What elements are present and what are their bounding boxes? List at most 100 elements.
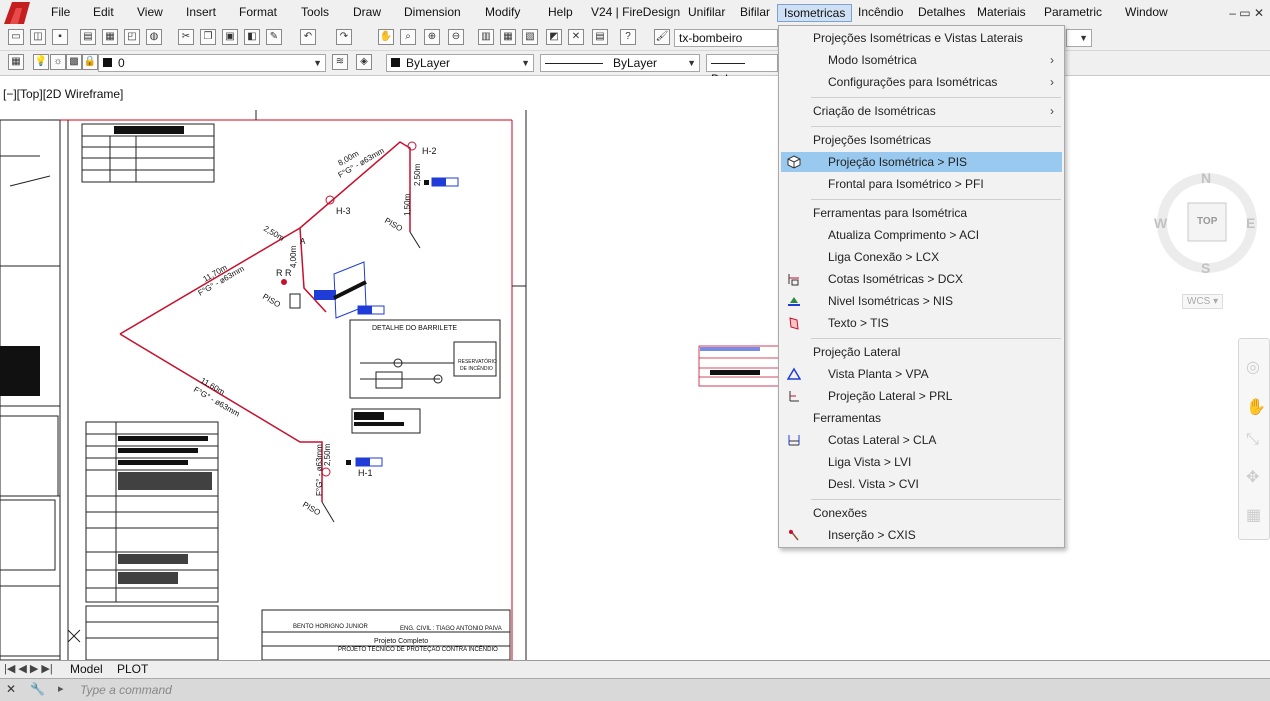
menu-item-insercao-cxis[interactable]: Inserção > CXIS xyxy=(781,525,1062,545)
menu-item-modo-isometrica[interactable]: Modo Isométrica › xyxy=(781,50,1062,70)
insert-connection-icon xyxy=(789,529,799,541)
lightbulb-icon[interactable]: 💡 xyxy=(33,54,49,70)
compass-west[interactable]: W xyxy=(1154,215,1167,231)
new-file-icon[interactable]: ▭ xyxy=(8,29,24,45)
compass-south[interactable]: S xyxy=(1201,260,1210,276)
layer-color-swatch xyxy=(103,58,112,67)
layer-combo[interactable]: 0 ▼ xyxy=(98,54,326,72)
tool-palettes-icon[interactable]: ▧ xyxy=(522,29,538,45)
menu-item-texto-tis[interactable]: Texto > TIS xyxy=(781,313,1062,333)
open-file-icon[interactable]: ◫ xyxy=(30,29,46,45)
menu-unifilar[interactable]: Unifilar xyxy=(688,5,725,19)
3d-print-icon[interactable]: ◍ xyxy=(146,29,162,45)
markup-icon[interactable]: ✕ xyxy=(568,29,584,45)
tab-plot[interactable]: PLOT xyxy=(117,662,148,676)
menu-item-desl-vista-cvi[interactable]: Desl. Vista > CVI xyxy=(781,474,1062,494)
menu-item-atualiza-aci[interactable]: Atualiza Comprimento > ACI xyxy=(781,225,1062,245)
freeze-icon[interactable]: ▩ xyxy=(66,54,82,70)
command-input[interactable]: Type a command xyxy=(80,683,172,697)
redo-icon[interactable]: ↷ xyxy=(336,29,352,45)
color-combo[interactable]: ByLayer ▼ xyxy=(386,54,534,72)
menu-item-configuracoes[interactable]: Configurações para Isométricas › xyxy=(781,72,1062,92)
menu-item-frontal-pfi[interactable]: Frontal para Isométrico > PFI xyxy=(781,174,1062,194)
menu-view[interactable]: View xyxy=(137,5,163,19)
menu-item-cotas-dcx[interactable]: Cotas Isométricas > DCX xyxy=(781,269,1062,289)
zoom-realtime-icon[interactable]: ⌕ xyxy=(400,29,416,45)
lateral-dimension-icon xyxy=(788,435,800,446)
ucs-menu[interactable]: WCS ▾ xyxy=(1182,294,1224,309)
linetype-sample xyxy=(545,63,603,65)
application-menu-button[interactable] xyxy=(0,0,36,26)
save-icon[interactable]: ▪ xyxy=(52,29,68,45)
lineweight-combo[interactable]: ByLa xyxy=(706,54,778,86)
publish-icon[interactable]: ◰ xyxy=(124,29,140,45)
menu-insert[interactable]: Insert xyxy=(186,5,216,19)
design-center-icon[interactable]: ▦ xyxy=(500,29,516,45)
viewcube-top-face[interactable]: TOP xyxy=(1197,216,1217,227)
menu-dimension[interactable]: Dimension xyxy=(404,5,461,19)
cut-icon[interactable]: ✂ xyxy=(178,29,194,45)
menu-separator xyxy=(811,126,1061,127)
steering-wheel-icon[interactable]: ◎ xyxy=(1246,357,1260,377)
pan-icon[interactable]: ✋ xyxy=(378,29,394,45)
close-icon[interactable]: ✕ xyxy=(6,682,16,696)
zoom-previous-icon[interactable]: ⊖ xyxy=(448,29,464,45)
zoom-icon[interactable]: ⤡ xyxy=(1246,431,1259,449)
menu-materiais[interactable]: Materiais xyxy=(977,5,1026,19)
menu-item-vista-planta-vpa[interactable]: Vista Planta > VPA xyxy=(781,364,1062,384)
menu-file[interactable]: File xyxy=(51,5,70,19)
menu-item-cotas-lateral-cla[interactable]: Cotas Lateral > CLA xyxy=(781,430,1062,450)
paste-icon[interactable]: ▣ xyxy=(222,29,238,45)
calculator-icon[interactable]: ▤ xyxy=(592,29,608,45)
help-icon[interactable]: ? xyxy=(620,29,636,45)
print-icon[interactable]: ▤ xyxy=(80,29,96,45)
compass-north[interactable]: N xyxy=(1201,170,1211,186)
sheet-set-icon[interactable]: ◩ xyxy=(546,29,562,45)
menu-detalhes[interactable]: Detalhes xyxy=(918,5,965,19)
menu-item-criacao-isometricas[interactable]: Criação de Isométricas › xyxy=(781,101,1062,121)
make-current-layer-icon[interactable]: ≋ xyxy=(332,54,348,70)
layer-previous-icon[interactable]: ◈ xyxy=(356,54,372,70)
pan-icon[interactable]: ✋ xyxy=(1246,397,1266,417)
menu-incendio[interactable]: Incêndio xyxy=(858,5,903,19)
print-preview-icon[interactable]: ▦ xyxy=(102,29,118,45)
menu-format[interactable]: Format xyxy=(239,5,277,19)
menu-draw[interactable]: Draw xyxy=(353,5,381,19)
menu-group-conexoes: Conexões xyxy=(813,506,868,520)
lock-icon[interactable]: 🔒 xyxy=(82,54,98,70)
menu-window[interactable]: Window xyxy=(1125,5,1168,19)
wrench-icon[interactable]: 🔧 xyxy=(30,682,45,696)
menu-bifilar[interactable]: Bifilar xyxy=(740,5,770,19)
tab-nav-arrows[interactable]: |◀ ◀ ▶ ▶| xyxy=(4,662,53,675)
text-style-combo[interactable]: tx-bombeiro xyxy=(674,29,778,47)
viewcube[interactable]: N S E W TOP WCS ▾ xyxy=(1150,166,1260,316)
menu-modify[interactable]: Modify xyxy=(485,5,520,19)
properties-icon[interactable]: ▥ xyxy=(478,29,494,45)
drawing-viewport[interactable]: [−][Top][2D Wireframe] 8,00m F°G° - ø63m… xyxy=(0,76,1270,660)
menu-parametric[interactable]: Parametric xyxy=(1044,5,1102,19)
linetype-combo[interactable]: ByLayer ▼ xyxy=(540,54,700,72)
menu-item-projecao-isometrica-pis[interactable]: Projeção Isométrica > PIS xyxy=(781,152,1062,172)
menu-firedesign[interactable]: V24 | FireDesign xyxy=(591,5,680,19)
menu-item-liga-vista-lvi[interactable]: Liga Vista > LVI xyxy=(781,452,1062,472)
menu-item-liga-lcx[interactable]: Liga Conexão > LCX xyxy=(781,247,1062,267)
sun-icon[interactable]: ☼ xyxy=(50,54,66,70)
menu-tools[interactable]: Tools xyxy=(301,5,329,19)
showmotion-icon[interactable]: ▦ xyxy=(1246,505,1261,525)
copy-icon[interactable]: ❐ xyxy=(200,29,216,45)
zoom-window-icon[interactable]: ⊕ xyxy=(424,29,440,45)
window-controls[interactable]: – ▭ ✕ xyxy=(1229,6,1264,20)
orbit-icon[interactable]: ✥ xyxy=(1246,467,1259,487)
menu-help[interactable]: Help xyxy=(548,5,573,19)
menu-item-nivel-nis[interactable]: Nivel Isométricas > NIS xyxy=(781,291,1062,311)
menu-item-projecao-lateral-prl[interactable]: Projeção Lateral > PRL xyxy=(781,386,1062,406)
paste-block-icon[interactable]: ◧ xyxy=(244,29,260,45)
match-properties-icon[interactable]: ✎ xyxy=(266,29,282,45)
dimstyle-combo[interactable]: ▼ xyxy=(1066,29,1092,47)
undo-icon[interactable]: ↶ xyxy=(300,29,316,45)
tab-model[interactable]: Model xyxy=(70,662,103,676)
menu-isometricas[interactable]: Isometricas xyxy=(777,4,853,22)
layer-manager-icon[interactable]: ▦ xyxy=(8,54,24,70)
compass-east[interactable]: E xyxy=(1246,215,1255,231)
menu-edit[interactable]: Edit xyxy=(93,5,114,19)
